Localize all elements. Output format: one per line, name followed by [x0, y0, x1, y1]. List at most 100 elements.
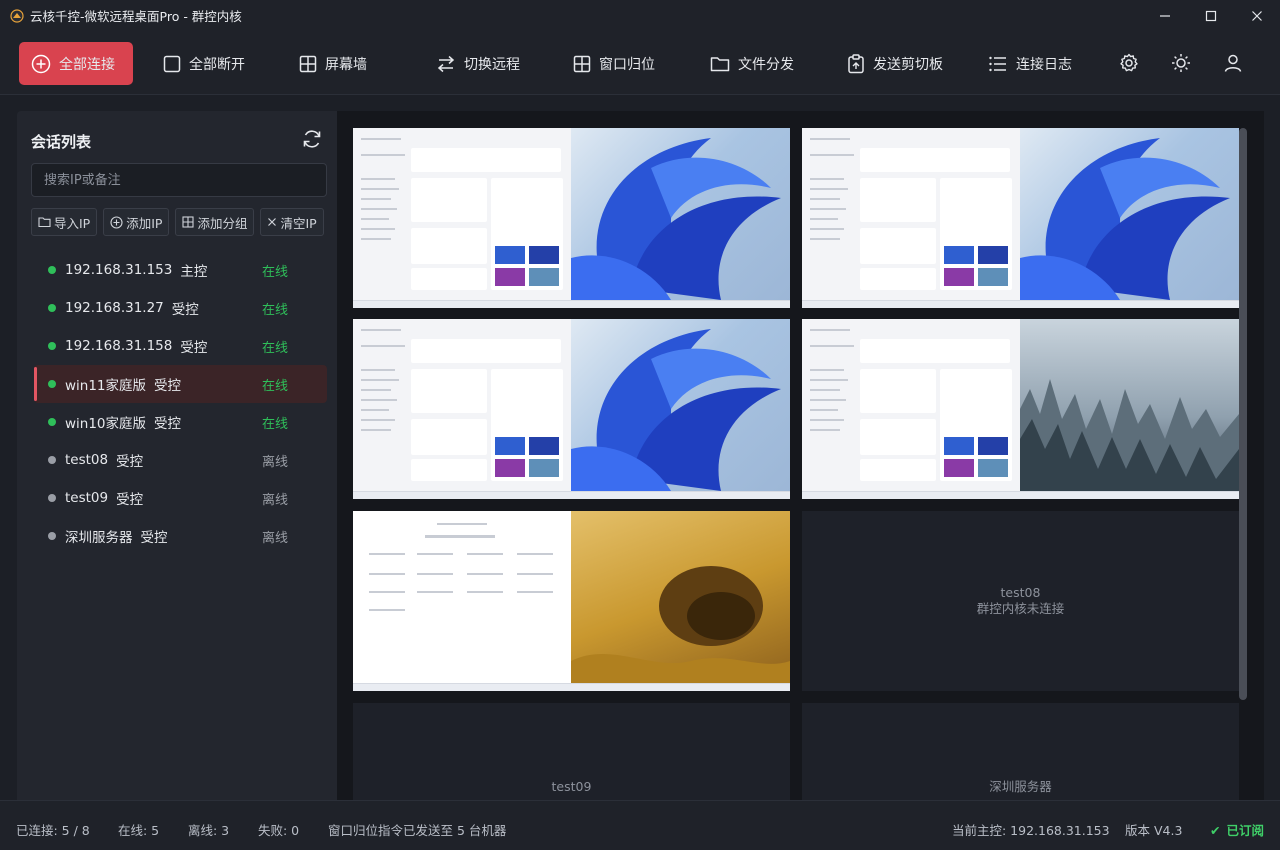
- tile-name: test09: [551, 779, 592, 794]
- tile-message: 群控内核未连接: [976, 601, 1065, 616]
- screen-tile[interactable]: [353, 319, 790, 499]
- user-button[interactable]: [1220, 50, 1246, 76]
- theme-sun-icon: [1172, 54, 1190, 72]
- taskbar: [353, 300, 790, 308]
- folder-icon: [710, 56, 730, 71]
- plus-circle-icon: [110, 215, 123, 229]
- app-logo-icon: [10, 8, 24, 23]
- plus-circle-icon: [31, 54, 51, 73]
- tile-name: 深圳服务器: [989, 779, 1052, 794]
- maximize-icon: [1205, 10, 1217, 21]
- minimize-icon: [1160, 14, 1170, 17]
- session-role: 受控: [171, 302, 199, 318]
- offline-count: 离线: 3: [188, 823, 230, 838]
- screen-tile[interactable]: [802, 319, 1239, 499]
- status-dot: [48, 380, 56, 388]
- screen-wall-label: 屏幕墙: [325, 56, 367, 73]
- session-name: 深圳服务器: [65, 530, 133, 546]
- wallpaper-bloom: [571, 319, 790, 499]
- minimize-button[interactable]: [1142, 0, 1188, 31]
- session-item[interactable]: 192.168.31.153 主控 在线: [34, 251, 327, 289]
- screen-tile[interactable]: [353, 511, 790, 691]
- tile-name: test08: [1000, 585, 1041, 600]
- current-master: 当前主控: 192.168.31.153: [952, 823, 1110, 838]
- session-item[interactable]: win10家庭版 受控 在线: [34, 403, 327, 441]
- session-role: 受控: [154, 416, 182, 432]
- session-role: 受控: [140, 530, 168, 546]
- screen-wall-button[interactable]: 屏幕墙: [297, 42, 369, 85]
- session-item[interactable]: 192.168.31.158 受控 在线: [34, 327, 327, 365]
- search-input[interactable]: [31, 163, 327, 197]
- settings-gear-icon: [1120, 53, 1138, 72]
- session-list-title: 会话列表: [31, 133, 92, 151]
- clipboard-icon: [848, 53, 864, 73]
- connected-count: 已连接: 5 / 8: [16, 823, 90, 838]
- session-role: 受控: [180, 340, 208, 356]
- add-ip-label: 添加IP: [126, 215, 163, 231]
- import-ip-button[interactable]: 导入IP: [31, 208, 98, 236]
- session-actions: 导入IP 添加IP 添加分组 清空IP: [31, 208, 324, 236]
- wall-scrollbar[interactable]: [1239, 128, 1247, 700]
- version-label: 版本 V4.3: [1125, 823, 1183, 838]
- status-dot: [48, 266, 56, 274]
- close-button[interactable]: [1234, 0, 1280, 31]
- window-reset-button[interactable]: 窗口归位: [571, 42, 657, 85]
- session-status: 在线: [262, 302, 289, 318]
- refresh-icon[interactable]: [301, 128, 323, 150]
- session-name: test09: [65, 490, 109, 506]
- add-ip-button[interactable]: 添加IP: [103, 208, 170, 236]
- status-dot: [48, 532, 56, 540]
- screen-tile[interactable]: [802, 128, 1239, 308]
- desert-wallpaper-art: [571, 566, 790, 691]
- taskbar: [802, 300, 1239, 308]
- connect-all-button[interactable]: 全部连接: [19, 42, 133, 85]
- grid-icon: [299, 55, 317, 72]
- send-clipboard-button[interactable]: 发送剪切板: [845, 42, 945, 85]
- screen-tile[interactable]: [353, 128, 790, 308]
- session-sidebar: 会话列表 导入IP 添加IP 添加分组 清空IP 192.168.31.153 …: [17, 111, 337, 800]
- session-name: 192.168.31.158: [65, 338, 173, 354]
- session-item[interactable]: 深圳服务器 受控 离线: [34, 517, 327, 555]
- theme-toggle-button[interactable]: [1168, 50, 1194, 76]
- switch-remote-label: 切换远程: [464, 56, 520, 73]
- checkbox-square-icon: [163, 55, 181, 72]
- wallpaper-forest: [1020, 319, 1239, 499]
- swap-arrows-icon: [437, 55, 455, 72]
- window-grid-icon: [573, 55, 591, 72]
- session-item-active[interactable]: win11家庭版 受控 在线: [34, 365, 327, 403]
- session-status: 在线: [262, 264, 289, 280]
- switch-remote-button[interactable]: 切换远程: [434, 42, 522, 85]
- license-status: ✔ 已订阅: [1210, 820, 1264, 839]
- disconnect-all-button[interactable]: 全部断开: [161, 42, 247, 85]
- status-dot: [48, 418, 56, 426]
- tile-placeholder: test09: [353, 703, 790, 800]
- license-label: 已订阅: [1226, 823, 1264, 838]
- session-item[interactable]: test09 受控 离线: [34, 479, 327, 517]
- connection-log-button[interactable]: 连接日志: [986, 42, 1074, 85]
- window-reset-label: 窗口归位: [599, 56, 655, 73]
- session-status: 离线: [262, 454, 289, 470]
- clear-ip-button[interactable]: 清空IP: [260, 208, 324, 236]
- settings-button[interactable]: [1116, 50, 1142, 76]
- session-item[interactable]: test08 受控 离线: [34, 441, 327, 479]
- session-item[interactable]: 192.168.31.27 受控 在线: [34, 289, 327, 327]
- close-icon: [1252, 10, 1262, 21]
- session-name: win11家庭版: [65, 378, 147, 394]
- file-distribute-button[interactable]: 文件分发: [708, 42, 796, 85]
- check-icon: ✔: [1210, 823, 1221, 838]
- session-status: 在线: [262, 378, 289, 394]
- screen-tile-disconnected[interactable]: 深圳服务器: [802, 703, 1239, 800]
- screen-tile-disconnected[interactable]: test08 群控内核未连接: [802, 511, 1239, 691]
- screen-tile-disconnected[interactable]: test09: [353, 703, 790, 800]
- connect-all-label: 全部连接: [59, 56, 115, 73]
- session-status: 在线: [262, 416, 289, 432]
- taskbar: [353, 491, 790, 499]
- window-title: 云核千控-微软远程桌面Pro - 群控内核: [30, 9, 242, 24]
- session-name: win10家庭版: [65, 416, 147, 432]
- user-icon: [1224, 54, 1242, 72]
- send-clipboard-label: 发送剪切板: [873, 56, 943, 73]
- clear-ip-label: 清空IP: [280, 215, 317, 231]
- bloom-wallpaper-art: [1020, 138, 1230, 300]
- maximize-button[interactable]: [1188, 0, 1234, 31]
- add-group-button[interactable]: 添加分组: [175, 208, 255, 236]
